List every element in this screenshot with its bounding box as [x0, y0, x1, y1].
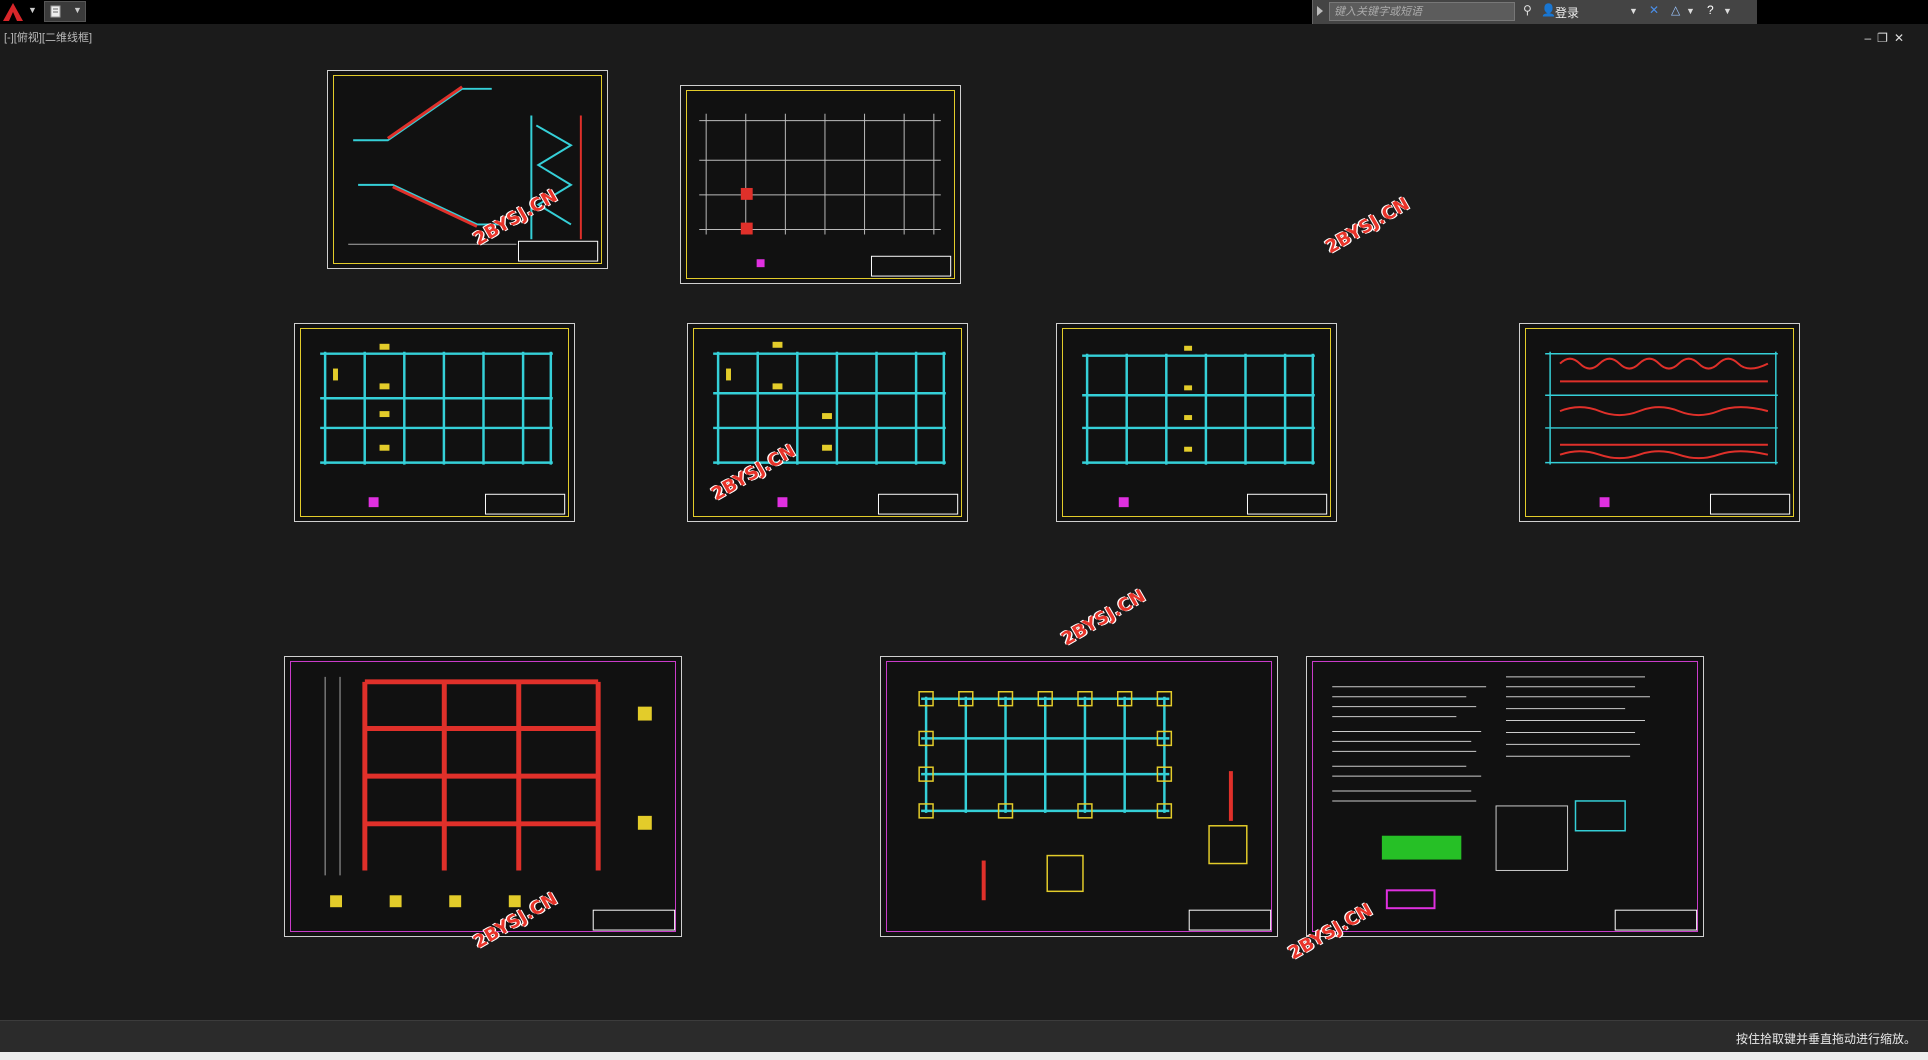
drawing-sheet-beam-plan-1[interactable]: [294, 323, 575, 522]
user-icon[interactable]: 👤: [1541, 3, 1556, 17]
frame-elevation-drawing: [324, 676, 676, 931]
drawing-sheet-grid-plan-1[interactable]: [680, 85, 961, 284]
app-dropdown-icon[interactable]: ▼: [1686, 6, 1695, 16]
watermark-text: 2BYSJ.CN: [1058, 585, 1150, 651]
title-bar: ▼ ▼ ⚲ 👤 登录 ▼ ✕ △ ▼ ? ▼: [0, 0, 1928, 24]
minimize-icon[interactable]: –: [1864, 31, 1877, 45]
beam-plan-drawing-3: [1082, 345, 1328, 515]
document-edit-icon[interactable]: [50, 5, 62, 18]
help-icon[interactable]: ?: [1707, 3, 1714, 17]
expand-search-icon[interactable]: [1317, 6, 1323, 16]
drawing-sheet-stair[interactable]: [327, 70, 608, 269]
command-status-bar: 按住拾取键并垂直拖动进行缩放。: [0, 1020, 1928, 1053]
infocenter-bar: ⚲ 👤 登录 ▼ ✕ △ ▼ ? ▼: [1312, 0, 1757, 24]
autodesk-app-icon[interactable]: △: [1671, 3, 1680, 17]
app-menu-dropdown-icon[interactable]: ▼: [28, 5, 37, 15]
drawing-sheet-beam-plan-3[interactable]: [1056, 323, 1337, 522]
drawing-sheet-design-notes[interactable]: [1306, 656, 1704, 937]
watermark-text: 2BYSJ.CN: [1322, 193, 1414, 259]
design-notes-drawing: [1332, 676, 1698, 931]
restore-icon[interactable]: ❐: [1877, 31, 1894, 45]
status-prompt: 按住拾取键并垂直拖动进行缩放。: [1735, 1032, 1916, 1046]
drawing-sheet-foundation-plan[interactable]: [880, 656, 1278, 937]
column-grid-drawing: [699, 113, 952, 277]
qat-dropdown-icon[interactable]: ▼: [73, 5, 82, 15]
login-dropdown-icon[interactable]: ▼: [1629, 6, 1638, 16]
drawing-sheet-rebar-plan[interactable]: [1519, 323, 1800, 522]
exchange-icon[interactable]: ✕: [1649, 3, 1659, 17]
bottom-strip: [0, 1052, 1928, 1060]
close-icon[interactable]: ✕: [1894, 31, 1910, 45]
drawing-sheet-frame-elevation[interactable]: [284, 656, 682, 937]
search-input[interactable]: [1329, 2, 1515, 21]
rebar-plan-drawing: [1545, 351, 1791, 515]
viewport-controls[interactable]: [-][俯视][二维线框]: [4, 29, 92, 45]
autocad-logo-icon[interactable]: [2, 2, 24, 22]
beam-plan-drawing-1: [320, 343, 566, 515]
window-controls[interactable]: –❐✕: [1864, 31, 1910, 45]
stair-detail-drawing: [348, 85, 599, 262]
foundation-plan-drawing: [918, 691, 1272, 931]
binoculars-icon[interactable]: ⚲: [1523, 3, 1532, 17]
quick-access-toolbar[interactable]: ▼: [44, 1, 86, 22]
help-dropdown-icon[interactable]: ▼: [1723, 6, 1732, 16]
login-button[interactable]: 登录: [1555, 4, 1579, 21]
